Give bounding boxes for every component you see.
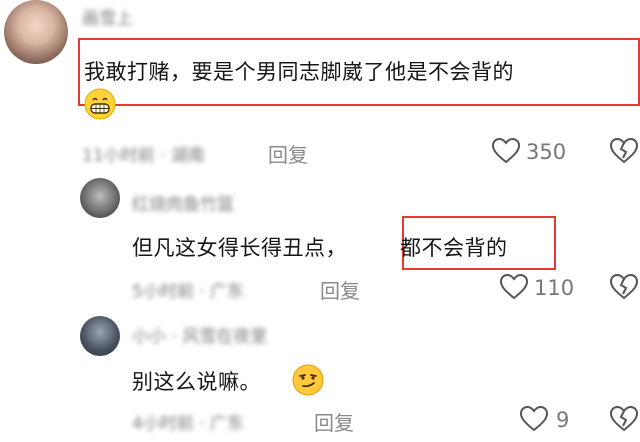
comment-time: 4小时前 · 广东 bbox=[132, 414, 245, 434]
dislike-icon[interactable] bbox=[610, 138, 638, 164]
comment-text: 但凡这女得长得丑点， bbox=[132, 236, 347, 260]
like-count: 350 bbox=[526, 140, 567, 164]
grinning-face-icon bbox=[84, 88, 116, 120]
username[interactable]: 小小 · 风雪在夜里 bbox=[132, 322, 267, 347]
like-count: 9 bbox=[556, 408, 570, 432]
heart-icon[interactable] bbox=[492, 138, 520, 164]
reply-button[interactable]: 回复 bbox=[268, 139, 308, 168]
dislike-icon[interactable] bbox=[610, 406, 638, 432]
username[interactable]: 画雪上 bbox=[82, 4, 133, 29]
comment-text: 我敢打赌，要是个男同志脚崴了他是不会背的 bbox=[84, 60, 514, 84]
dislike-icon[interactable] bbox=[610, 274, 638, 300]
like-count: 110 bbox=[534, 276, 575, 300]
reply-button[interactable]: 回复 bbox=[320, 275, 360, 304]
reply-button[interactable]: 回复 bbox=[314, 407, 354, 436]
comment-time: 11小时前 · 湖南 bbox=[82, 146, 205, 166]
comment-time: 5小时前 · 广东 bbox=[132, 282, 245, 302]
heart-icon[interactable] bbox=[520, 406, 548, 432]
comment-text: 别这么说嘛。 bbox=[132, 370, 261, 394]
user-avatar[interactable] bbox=[4, 0, 68, 64]
heart-icon[interactable] bbox=[500, 274, 528, 300]
user-avatar[interactable] bbox=[80, 178, 120, 218]
username[interactable]: 红烧肉鱼竹篮 bbox=[132, 190, 234, 215]
user-avatar[interactable] bbox=[80, 316, 120, 356]
smirking-face-icon bbox=[292, 364, 324, 396]
comment-text-highlighted: 都不会背的 bbox=[400, 236, 508, 260]
